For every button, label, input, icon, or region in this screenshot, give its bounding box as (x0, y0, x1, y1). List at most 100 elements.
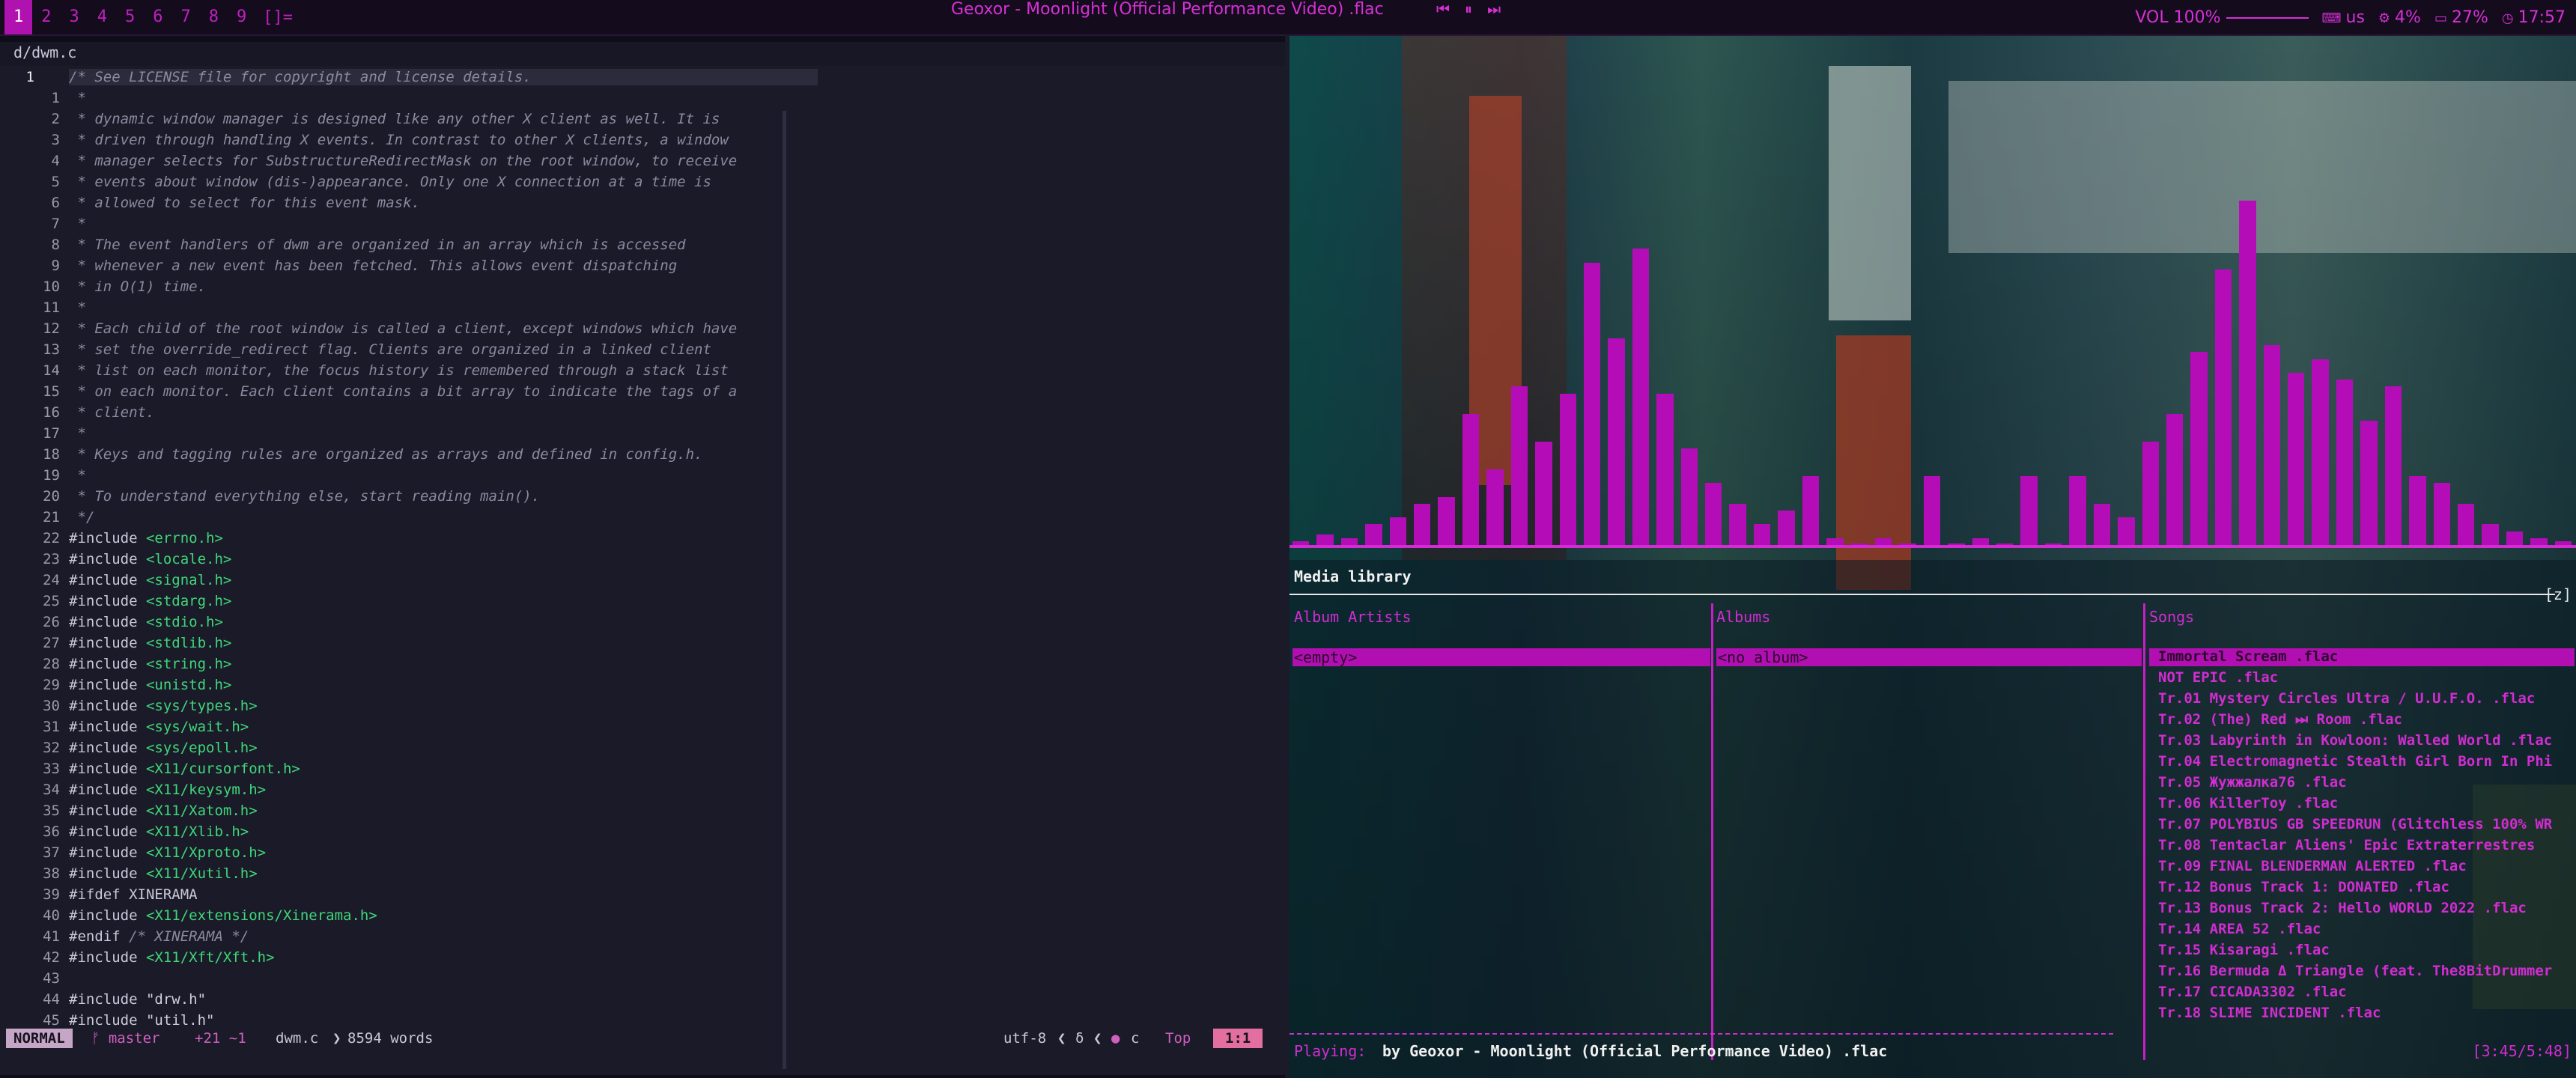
song-item[interactable]: Tr.18 SLIME INCIDENT .flac (2158, 1005, 2381, 1021)
media-controls[interactable]: ⏮ ⏸ ⏭ (1436, 0, 1504, 18)
playback-time: [3:45/5:48] (2472, 1042, 2572, 1060)
code-line[interactable]: * To understand everything else, start r… (69, 488, 540, 505)
workspace-tag-1[interactable]: 1 (4, 0, 33, 34)
code-line[interactable]: * list on each monitor, the focus histor… (69, 362, 728, 379)
code-line[interactable]: * (69, 467, 85, 484)
song-item[interactable]: Tr.12 Bonus Track 1: DONATED .flac (2158, 879, 2449, 895)
code-line[interactable]: * Each child of the root window is calle… (69, 320, 737, 337)
code-line[interactable]: * manager selects for SubstructureRedire… (69, 153, 737, 169)
code-line[interactable]: #include <sys/wait.h> (69, 719, 249, 735)
code-line[interactable]: #include "util.h" (69, 1012, 214, 1029)
code-line[interactable]: #include <locale.h> (69, 551, 231, 567)
code-line[interactable]: * client. (69, 404, 154, 421)
preprocessor-directive: #include (69, 572, 146, 588)
code-line[interactable]: #include <string.h> (69, 656, 231, 672)
code-line[interactable]: #include <stdarg.h> (69, 593, 231, 609)
workspace-tag-9[interactable]: 9 (228, 0, 255, 34)
code-line[interactable]: #include <stdio.h> (69, 614, 223, 630)
song-item[interactable]: Tr.16 Bermuda Δ Triangle (feat. The8BitD… (2158, 963, 2552, 979)
song-item[interactable]: Tr.06 KillerToy .flac (2158, 795, 2338, 811)
line-number: 23 (43, 551, 60, 567)
code-line[interactable]: #include "drw.h" (69, 991, 206, 1008)
song-item[interactable]: Tr.17 CICADA3302 .flac (2158, 984, 2347, 1000)
include-header: <locale.h> (145, 551, 232, 567)
volume-slider[interactable] (2226, 16, 2309, 19)
preprocessor-directive: #include (69, 823, 146, 840)
workspace-tag-3[interactable]: 3 (61, 0, 88, 34)
visualizer-bar (1583, 262, 1601, 545)
line-number: 44 (43, 991, 60, 1008)
code-line[interactable]: #include <sys/types.h> (69, 698, 258, 714)
song-item[interactable]: Tr.13 Bonus Track 2: Hello WORLD 2022 .f… (2158, 900, 2527, 916)
preprocessor-directive: #include (69, 844, 146, 861)
song-item[interactable]: Tr.05 Жужжалка76 .flac (2158, 774, 2347, 791)
code-line[interactable]: * (69, 299, 85, 316)
code-line[interactable]: #include <X11/keysym.h> (69, 782, 266, 798)
volume-status[interactable]: VOL 100% (2135, 8, 2309, 27)
code-line[interactable]: * Keys and tagging rules are organized a… (69, 446, 702, 463)
song-item[interactable]: Tr.07 POLYBIUS GB SPEEDRUN (Glitchless 1… (2158, 816, 2552, 832)
artist-item-selected[interactable]: <empty> (1292, 648, 1710, 666)
visualizer-bar (2214, 270, 2232, 545)
layout-indicator[interactable]: []= (263, 8, 293, 27)
music-player-window[interactable]: Media library [z] Album Artists Albums S… (1289, 36, 2576, 1078)
code-line[interactable]: #include <X11/Xproto.h> (69, 844, 266, 861)
visualizer-bar (2433, 483, 2450, 545)
code-line[interactable]: * on each monitor. Each client contains … (69, 383, 737, 400)
workspace-tag-2[interactable]: 2 (32, 0, 60, 34)
code-line[interactable]: * dynamic window manager is designed lik… (69, 111, 720, 127)
code-line[interactable]: #include <stdlib.h> (69, 635, 231, 651)
workspace-tag-7[interactable]: 7 (172, 0, 200, 34)
code-line[interactable]: #include <signal.h> (69, 572, 231, 588)
code-line[interactable]: #include <X11/cursorfont.h> (69, 761, 300, 777)
code-line[interactable]: #include <X11/Xutil.h> (69, 865, 258, 882)
song-item[interactable]: Tr.03 Labyrinth in Kowloon: Walled World… (2158, 732, 2552, 749)
workspace-tag-4[interactable]: 4 (88, 0, 116, 34)
workspace-tag-5[interactable]: 5 (116, 0, 144, 34)
code-line[interactable]: #include <sys/epoll.h> (69, 740, 258, 756)
code-line[interactable]: */ (69, 509, 94, 526)
file-encoding: utf-8 (1003, 1030, 1047, 1047)
comment-text: * allowed to select for this event mask. (69, 195, 420, 211)
code-line[interactable]: #include <errno.h> (69, 530, 223, 546)
code-line[interactable]: * in O(1) time. (69, 278, 206, 295)
code-line[interactable]: #ifdef XINERAMA (69, 886, 198, 903)
code-line[interactable]: * allowed to select for this event mask. (69, 195, 420, 211)
file-path[interactable]: d/dwm.c (13, 43, 76, 61)
code-line[interactable]: * whenever a new event has been fetched.… (69, 258, 677, 274)
song-item[interactable]: NOT EPIC .flac (2158, 669, 2278, 686)
song-item[interactable]: Tr.02 (The) Red ⏭ Room .flac (2158, 711, 2402, 728)
song-item[interactable]: Tr.09 FINAL BLENDERMAN ALERTED .flac (2158, 858, 2467, 874)
visualizer-baseline (1289, 545, 2576, 548)
code-line[interactable]: * driven through handling X events. In c… (69, 132, 728, 148)
workspace-tag-6[interactable]: 6 (144, 0, 171, 34)
editor-window[interactable]: d/dwm.c 1 /* See LICENSE file for copyrig… (0, 42, 1285, 1075)
visualizer-bar (2093, 503, 2111, 545)
code-line[interactable]: * The event handlers of dwm are organize… (69, 237, 685, 253)
line-number: 8 (51, 237, 60, 253)
code-line[interactable]: #include <X11/extensions/Xinerama.h> (69, 907, 377, 924)
song-item[interactable]: Tr.08 Tentaclar Aliens' Epic Extraterres… (2158, 837, 2535, 853)
song-item[interactable]: Immortal Scream .flac (2158, 648, 2338, 665)
code-area[interactable]: 1 /* See LICENSE file for copyright and l… (0, 66, 1285, 1069)
code-line[interactable]: * (69, 90, 85, 106)
code-line[interactable]: * events about window (dis-)appearance. … (69, 174, 711, 190)
album-item-selected[interactable]: <no album> (1716, 648, 2142, 666)
include-header: <signal.h> (145, 572, 232, 588)
code-line[interactable]: #endif /* XINERAMA */ (69, 928, 249, 945)
song-item[interactable]: Tr.15 Kisaragi .flac (2158, 942, 2330, 958)
code-line[interactable]: * set the override_redirect flag. Client… (69, 341, 711, 358)
code-line[interactable]: #include <X11/Xlib.h> (69, 823, 249, 840)
code-line[interactable]: * (69, 216, 85, 232)
code-line[interactable]: /* See LICENSE file for copyright and li… (69, 69, 818, 85)
progress-bar[interactable] (1289, 1033, 2113, 1035)
song-item[interactable]: Tr.01 Mystery Circles Ultra / U.U.F.O. .… (2158, 690, 2535, 707)
code-line[interactable]: #include <X11/Xft/Xft.h> (69, 949, 275, 966)
song-item[interactable]: Tr.04 Electromagnetic Stealth Girl Born … (2158, 753, 2552, 770)
code-line[interactable]: #include <unistd.h> (69, 677, 231, 693)
song-item[interactable]: Tr.14 AREA 52 .flac (2158, 921, 2321, 937)
preprocessor-directive: #include (69, 865, 146, 882)
workspace-tag-8[interactable]: 8 (200, 0, 228, 34)
code-line[interactable]: * (69, 425, 85, 442)
code-line[interactable]: #include <X11/Xatom.h> (69, 803, 258, 819)
